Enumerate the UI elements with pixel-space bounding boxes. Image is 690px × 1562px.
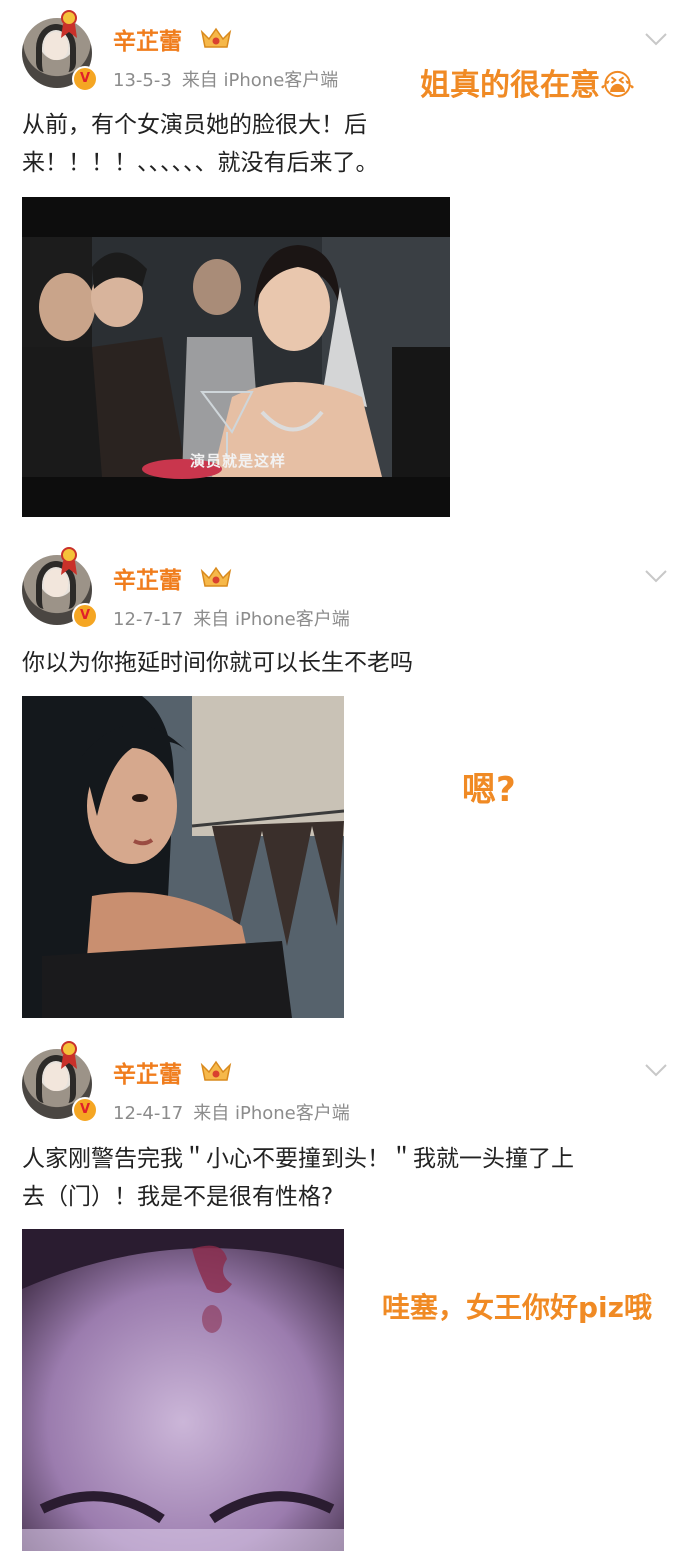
annotation: 嗯? xyxy=(462,770,516,810)
chevron-down-icon[interactable] xyxy=(644,569,668,583)
verified-icon: V xyxy=(72,603,98,629)
post-time: 12-7-17 xyxy=(113,609,184,630)
chevron-down-icon[interactable] xyxy=(644,32,668,46)
verified-icon: V xyxy=(72,66,98,92)
post-meta: 13-5-3 来自 iPhone客户端 xyxy=(113,66,338,92)
portrait-illustration xyxy=(22,696,344,1018)
crown-icon xyxy=(200,27,232,48)
post-meta: 12-4-17 来自 iPhone客户端 xyxy=(113,1099,350,1125)
crown-icon xyxy=(200,1060,232,1081)
post-source: 来自 iPhone客户端 xyxy=(193,609,350,630)
annotation: 姐真的很在意😭 xyxy=(420,68,636,103)
post-meta: 12-7-17 来自 iPhone客户端 xyxy=(113,605,350,631)
user-name[interactable]: 辛芷蕾 xyxy=(113,561,182,595)
verified-icon: V xyxy=(72,1097,98,1123)
forehead-photo-illustration xyxy=(22,1229,344,1551)
post-image[interactable]: 演员就是这样 xyxy=(22,197,450,517)
post-time: 13-5-3 xyxy=(113,70,172,91)
crown-icon xyxy=(200,566,232,587)
user-name[interactable]: 辛芷蕾 xyxy=(113,22,182,56)
post-source: 来自 iPhone客户端 xyxy=(181,70,339,91)
post-image[interactable] xyxy=(22,1229,344,1551)
post-text: 从前，有个女演员她的脸很大！后 来！！！！、、、、、、就没有后来了。 xyxy=(22,112,379,176)
video-caption: 演员就是这样 xyxy=(190,452,287,470)
annotation: 哇塞，女王你好piz哦 xyxy=(382,1291,652,1324)
post-source: 来自 iPhone客户端 xyxy=(193,1103,350,1124)
post-text: 你以为你拖延时间你就可以长生不老吗 xyxy=(22,650,413,676)
ribbon-icon xyxy=(61,10,77,38)
ribbon-icon xyxy=(61,1041,77,1069)
post-image[interactable] xyxy=(22,696,344,1018)
post-text: 人家刚警告完我＂小心不要撞到头！＂我就一头撞了上 去（门）！我是不是很有性格? xyxy=(22,1146,574,1210)
chevron-down-icon[interactable] xyxy=(644,1063,668,1077)
ribbon-icon xyxy=(61,547,77,575)
post-time: 12-4-17 xyxy=(113,1103,184,1124)
user-name[interactable]: 辛芷蕾 xyxy=(113,1055,182,1089)
